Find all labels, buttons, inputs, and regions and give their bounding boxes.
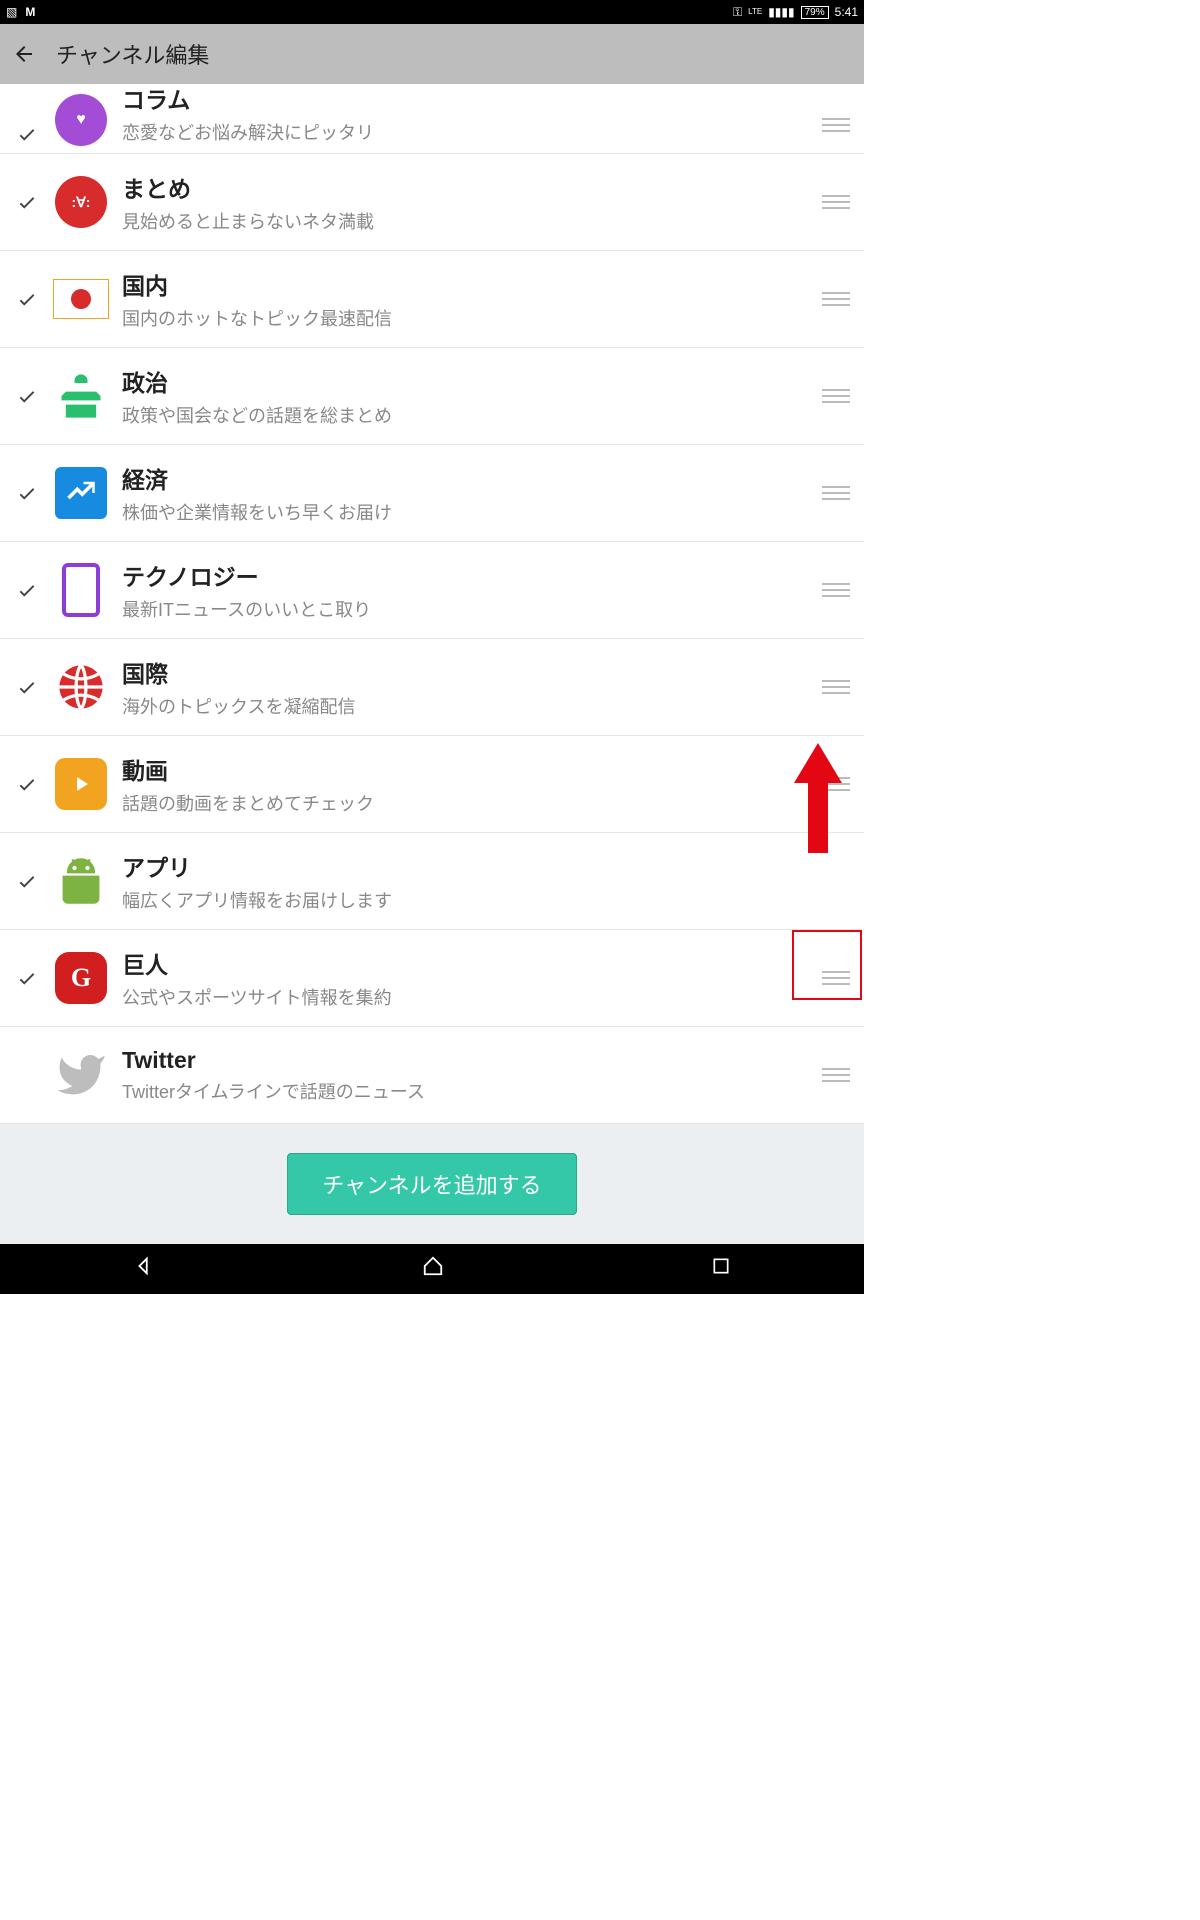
channel-title: 巨人 (122, 946, 816, 980)
back-button[interactable] (8, 38, 40, 70)
check-icon[interactable] (8, 191, 46, 213)
channel-row[interactable]: 経済株価や企業情報をいち早くお届け (0, 445, 864, 542)
channel-title: 動画 (122, 752, 816, 786)
channel-title: 経済 (122, 461, 816, 495)
channel-row[interactable]: 動画話題の動画をまとめてチェック (0, 736, 864, 833)
app-header: チャンネル編集 (0, 24, 864, 84)
channel-icon (46, 652, 116, 722)
channel-subtitle: 株価や企業情報をいち早くお届け (122, 499, 816, 525)
channel-icon (46, 264, 116, 334)
channel-list: ♥ コラム 恋愛などお悩み解決にピッタリ :∀: まとめ見始めると止まらないネタ… (0, 84, 864, 1124)
drag-handle-icon[interactable] (816, 570, 856, 610)
clock-label: 5:41 (835, 5, 858, 19)
channel-row[interactable]: G 巨人公式やスポーツサイト情報を集約 (0, 930, 864, 1027)
network-label: LTE (748, 8, 762, 16)
channel-row[interactable]: テクノロジー最新ITニュースのいいとこ取り (0, 542, 864, 639)
channel-subtitle: 話題の動画をまとめてチェック (122, 790, 816, 816)
channel-title: テクノロジー (122, 558, 816, 592)
channel-row[interactable]: アプリ幅広くアプリ情報をお届けします (0, 833, 864, 930)
channel-row[interactable]: ♥ コラム 恋愛などお悩み解決にピッタリ (0, 84, 864, 154)
channel-subtitle: 公式やスポーツサイト情報を集約 (122, 984, 816, 1010)
channel-row[interactable]: 国際海外のトピックスを凝縮配信 (0, 639, 864, 736)
drag-handle-icon[interactable] (816, 182, 856, 222)
drag-handle-icon[interactable] (816, 473, 856, 513)
battery-label: 79% (801, 6, 829, 19)
channel-icon: :∀: (46, 167, 116, 237)
check-icon[interactable] (8, 288, 46, 310)
channel-row[interactable]: 国内国内のホットなトピック最速配信 (0, 251, 864, 348)
vpn-key-icon: ⚿ (733, 5, 742, 20)
add-channel-button[interactable]: チャンネルを追加する (287, 1153, 576, 1215)
channel-icon (46, 749, 116, 819)
drag-handle-icon[interactable] (816, 1055, 856, 1095)
nav-back-icon[interactable] (133, 1255, 155, 1283)
annotation-arrow-icon (790, 743, 846, 853)
channel-subtitle: 国内のホットなトピック最速配信 (122, 305, 816, 331)
signal-icon: ▮▮▮▮ (768, 5, 794, 19)
channel-subtitle: 見始めると止まらないネタ満載 (122, 208, 816, 234)
channel-subtitle: 恋愛などお悩み解決にピッタリ (122, 119, 816, 145)
channel-icon (46, 555, 116, 625)
drag-handle-icon[interactable] (816, 105, 856, 145)
channel-row[interactable]: 政治政策や国会などの話題を総まとめ (0, 348, 864, 445)
check-icon[interactable] (8, 579, 46, 601)
check-icon[interactable] (8, 123, 46, 145)
app-icon: M (25, 5, 35, 19)
channel-icon (46, 458, 116, 528)
page-title: チャンネル編集 (56, 38, 209, 70)
nav-home-icon[interactable] (422, 1255, 444, 1283)
channel-subtitle: Twitterタイムラインで話題のニュース (122, 1078, 816, 1104)
channel-icon (46, 846, 116, 916)
channel-title: アプリ (122, 849, 856, 883)
drag-handle-icon[interactable] (816, 667, 856, 707)
channel-title: Twitter (122, 1047, 816, 1074)
channel-icon (46, 1040, 116, 1110)
channel-subtitle: 最新ITニュースのいいとこ取り (122, 596, 816, 622)
channel-title: コラム (122, 81, 816, 115)
footer: チャンネルを追加する (0, 1124, 864, 1244)
check-icon[interactable] (8, 870, 46, 892)
system-nav-bar (0, 1244, 864, 1294)
channel-subtitle: 海外のトピックスを凝縮配信 (122, 693, 816, 719)
channel-icon: ♥ (46, 95, 116, 145)
channel-row[interactable]: :∀: まとめ見始めると止まらないネタ満載 (0, 154, 864, 251)
status-bar: ▧ M ⚿ LTE ▮▮▮▮ 79% 5:41 (0, 0, 864, 24)
drag-handle-icon[interactable] (816, 376, 856, 416)
channel-subtitle: 政策や国会などの話題を総まとめ (122, 402, 816, 428)
check-icon[interactable] (8, 482, 46, 504)
channel-title: まとめ (122, 170, 816, 204)
check-icon[interactable] (8, 773, 46, 795)
annotation-highlight-box (792, 930, 862, 1000)
channel-title: 国内 (122, 267, 816, 301)
channel-subtitle: 幅広くアプリ情報をお届けします (122, 887, 856, 913)
check-icon[interactable] (8, 385, 46, 407)
check-icon[interactable] (8, 967, 46, 989)
gallery-icon: ▧ (6, 5, 17, 19)
channel-title: 政治 (122, 364, 816, 398)
nav-recent-icon[interactable] (711, 1256, 731, 1282)
channel-icon (46, 361, 116, 431)
channel-title: 国際 (122, 655, 816, 689)
drag-handle-icon[interactable] (816, 279, 856, 319)
check-icon[interactable] (8, 676, 46, 698)
channel-icon: G (46, 943, 116, 1013)
channel-row[interactable]: Twitter Twitterタイムラインで話題のニュース (0, 1027, 864, 1124)
